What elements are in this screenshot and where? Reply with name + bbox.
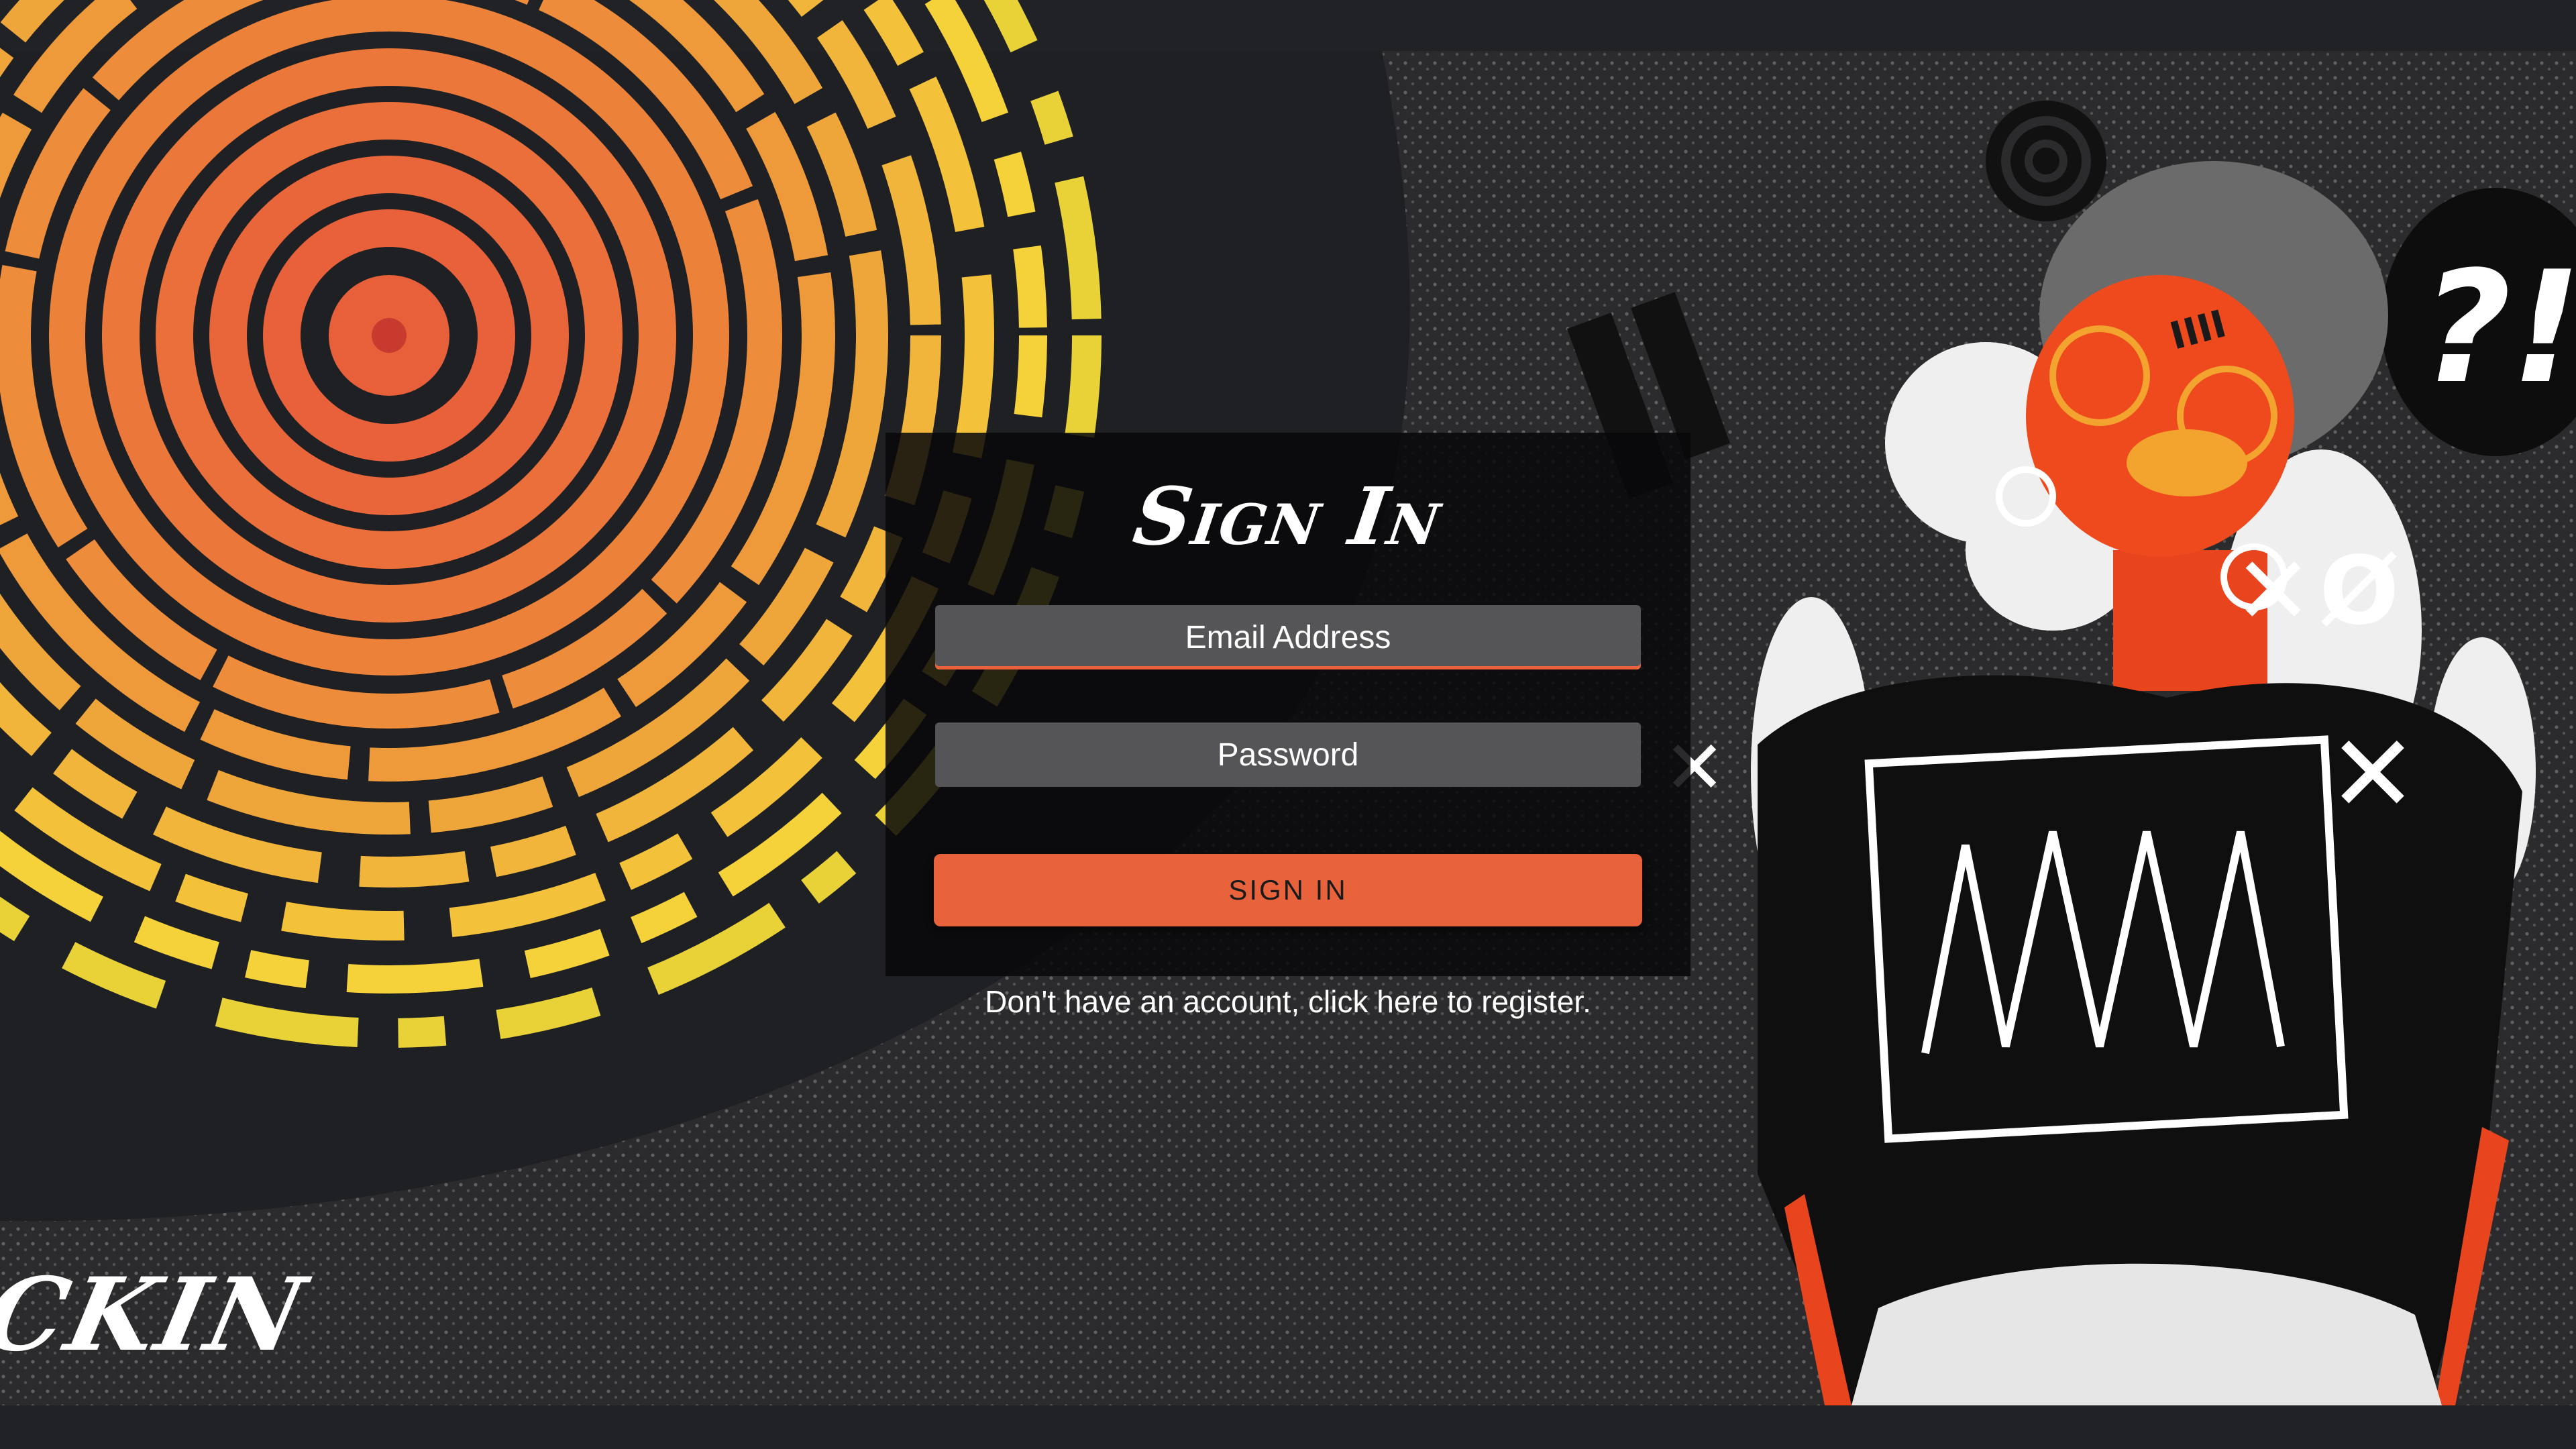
speech-bubble-text: ?! bbox=[2422, 239, 2576, 418]
right-marks: ✕Ø bbox=[2234, 537, 2406, 646]
right-mark-o: Ø bbox=[2319, 537, 2406, 646]
right-mark-x1: ✕ bbox=[2234, 537, 2320, 646]
login-title: Sign In bbox=[1128, 470, 1448, 563]
corner-logo: CKIN bbox=[0, 1256, 317, 1374]
password-field[interactable] bbox=[935, 722, 1641, 787]
email-field[interactable] bbox=[935, 605, 1641, 669]
sign-in-button[interactable]: SIGN IN bbox=[934, 854, 1642, 926]
right-x-mark: ✕ bbox=[2328, 711, 2418, 837]
bottom-band bbox=[0, 1405, 2576, 1449]
login-panel: Sign In SIGN IN bbox=[885, 433, 1690, 976]
register-link[interactable]: Don't have an account, click here to reg… bbox=[885, 983, 1690, 1020]
